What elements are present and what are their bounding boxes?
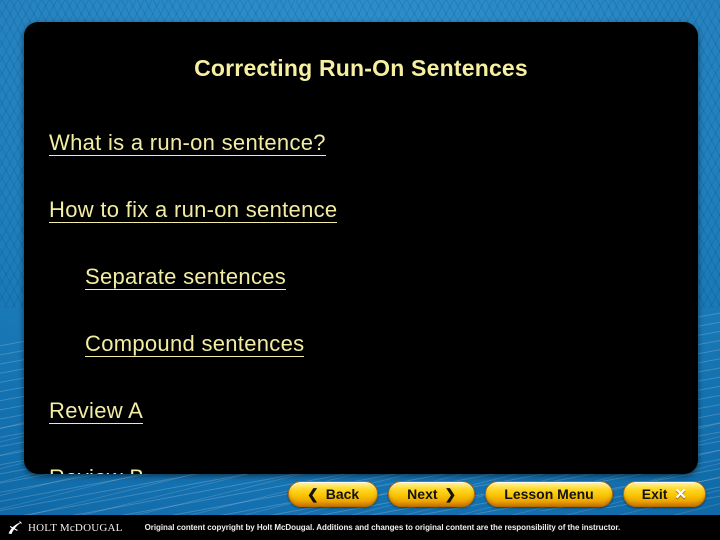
bird-swoosh-logo-icon [8, 520, 22, 534]
copyright-notice: Original content copyright by Holt McDou… [144, 523, 621, 532]
lesson-menu-button[interactable]: Lesson Menu [485, 481, 613, 507]
outline-link-list: What is a run-on sentence? How to fix a … [49, 132, 678, 474]
page-title: Correcting Run-On Sentences [194, 55, 528, 81]
row-spacer [49, 424, 678, 467]
list-item: How to fix a run-on sentence [49, 199, 678, 223]
list-item: Separate sentences [49, 266, 678, 290]
content-panel: Correcting Run-On Sentences What is a ru… [24, 22, 698, 474]
exit-button[interactable]: Exit ✕ [622, 481, 706, 507]
outline-link-how-to-fix-a-run-on-sentence[interactable]: How to fix a run-on sentence [49, 199, 338, 223]
list-item: Review A [49, 400, 678, 424]
publisher-logo: HOLT McDOUGAL [7, 520, 123, 535]
close-x-icon: ✕ [674, 485, 687, 503]
row-spacer [49, 156, 678, 199]
navigation-bar: ❮ Back Next ❯ Lesson Menu Exit ✕ [0, 480, 720, 508]
row-spacer [49, 357, 678, 400]
list-item: Review B [49, 467, 678, 475]
list-item: What is a run-on sentence? [49, 132, 678, 156]
outline-link-review-a[interactable]: Review A [49, 400, 144, 424]
next-button-label: Next [407, 486, 438, 502]
list-item: Compound sentences [49, 333, 678, 357]
chevron-left-icon: ❮ [306, 486, 319, 502]
outline-link-compound-sentences[interactable]: Compound sentences [85, 333, 305, 357]
outline-link-what-is-a-run-on-sentence[interactable]: What is a run-on sentence? [49, 132, 326, 156]
publisher-logo-text: HOLT McDOUGAL [28, 521, 123, 534]
outline-link-review-b[interactable]: Review B [49, 467, 144, 475]
presentation-slide: Correcting Run-On Sentences What is a ru… [0, 0, 720, 540]
row-spacer [49, 223, 678, 266]
next-button[interactable]: Next ❯ [388, 481, 476, 507]
chevron-right-icon: ❯ [444, 486, 457, 502]
row-spacer [49, 290, 678, 333]
lesson-menu-button-label: Lesson Menu [504, 486, 594, 502]
outline-link-separate-sentences[interactable]: Separate sentences [85, 266, 287, 290]
back-button[interactable]: ❮ Back [287, 481, 379, 507]
back-button-label: Back [325, 486, 360, 502]
exit-button-label: Exit [641, 486, 668, 502]
footer-bar: HOLT McDOUGAL Original content copyright… [0, 515, 720, 540]
